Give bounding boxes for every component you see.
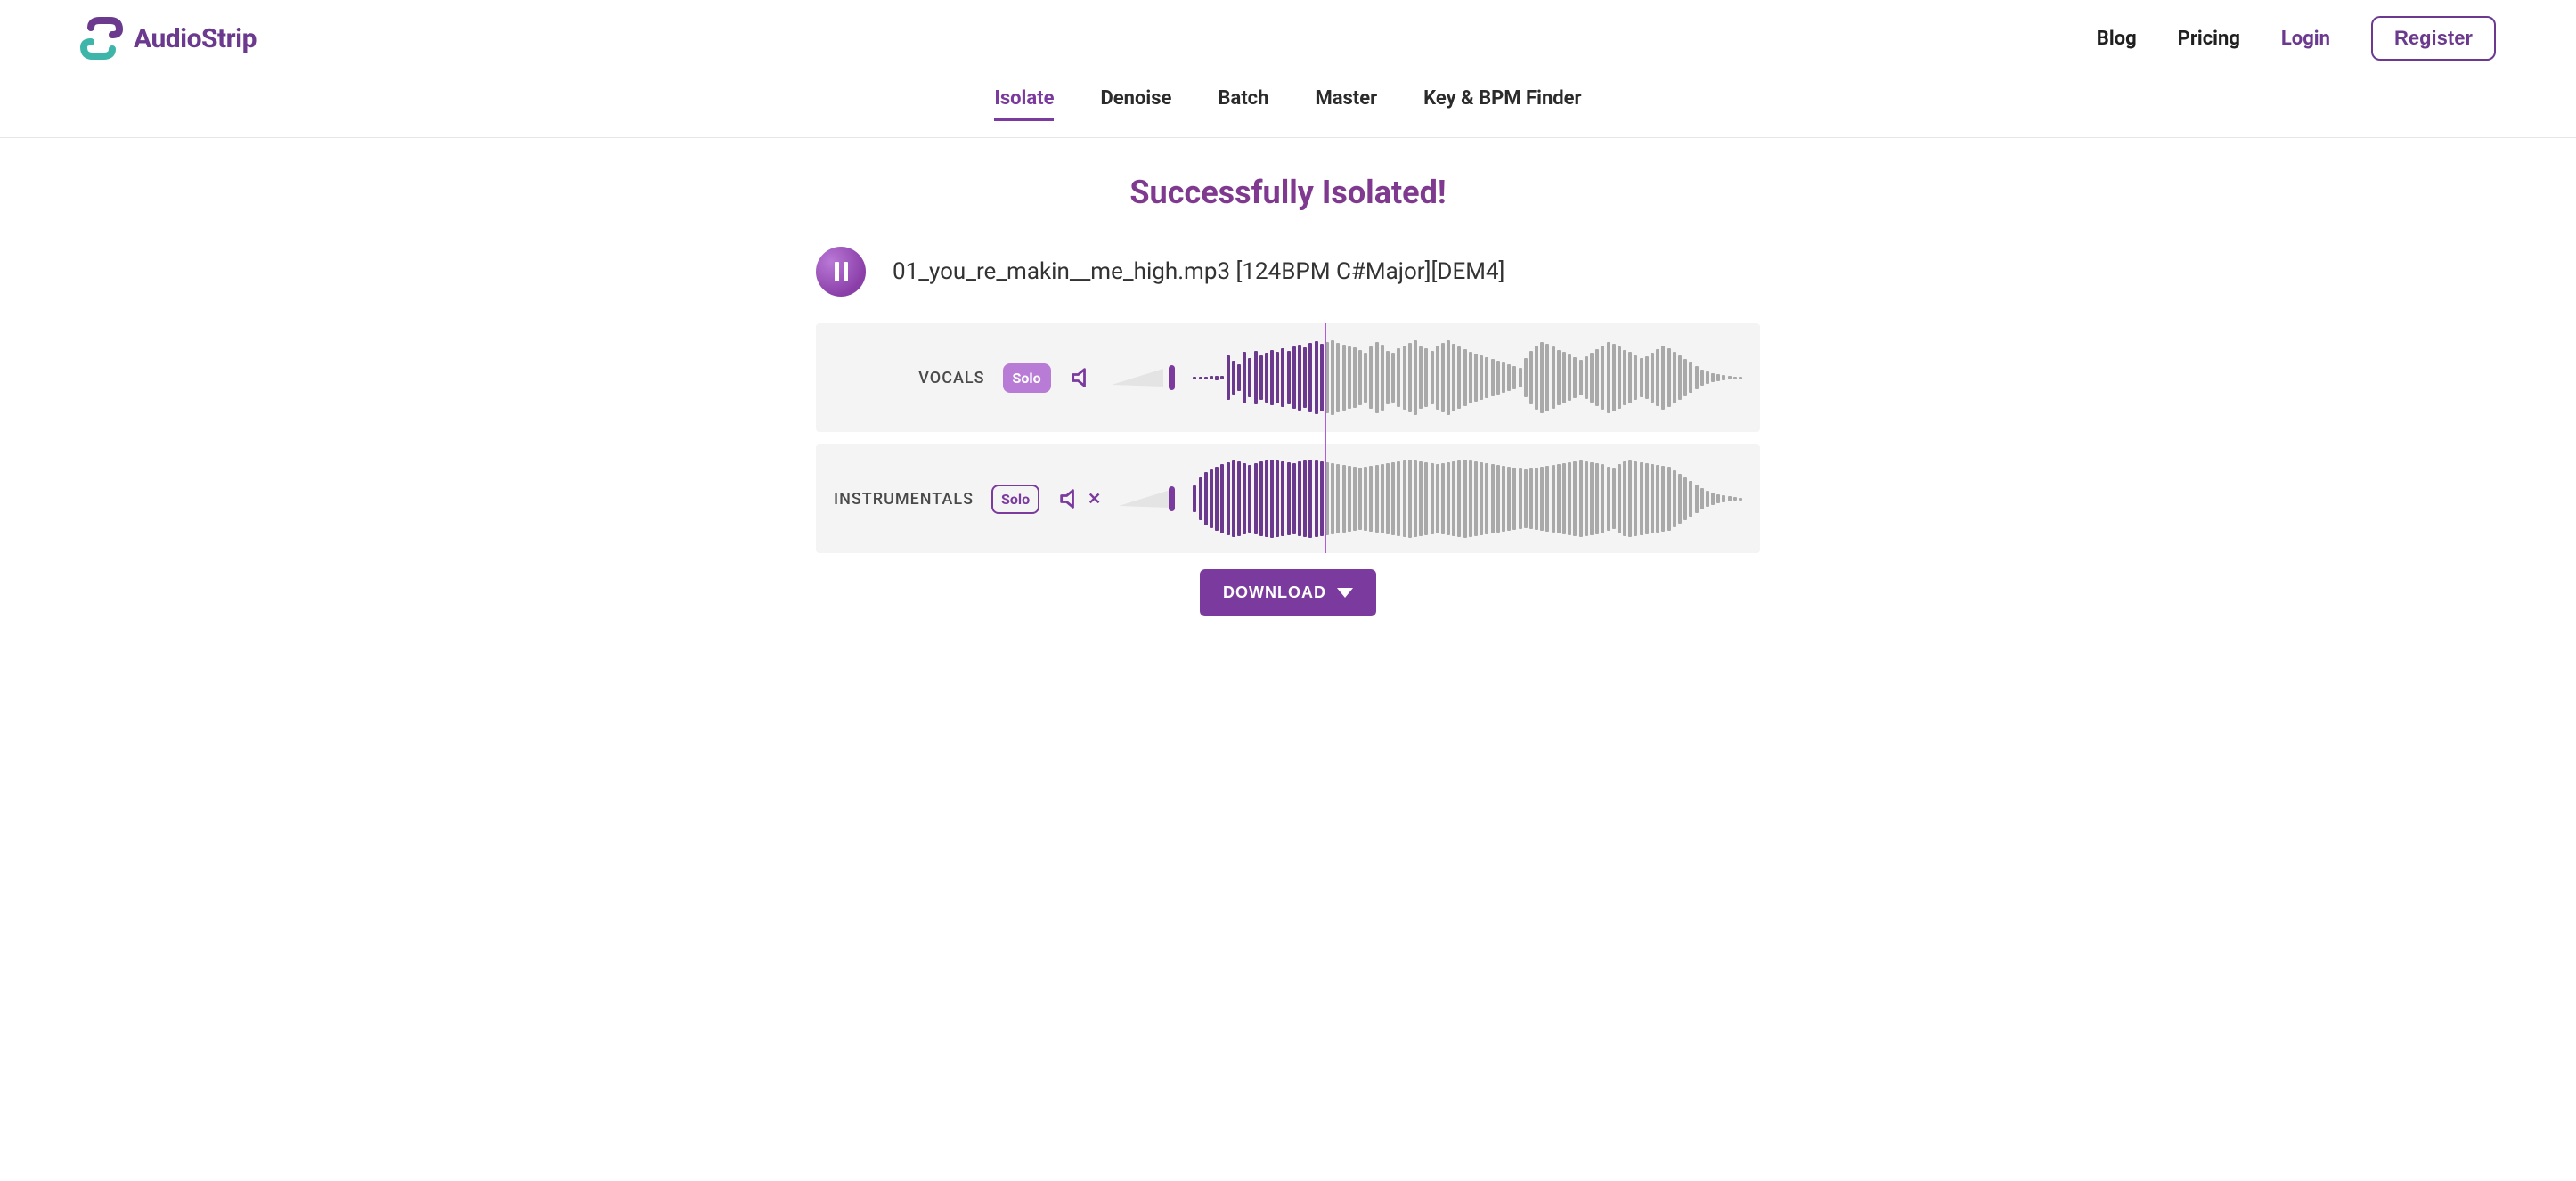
logo-mark-icon <box>80 17 123 60</box>
stem-label-vocals: VOCALS <box>834 369 985 387</box>
stems-container: VOCALS Solo INSTRUMENTALS Solo <box>816 323 1760 553</box>
volume-slider-instrumentals[interactable] <box>1119 486 1175 511</box>
speaker-icon <box>1069 365 1094 390</box>
stem-row-vocals: VOCALS Solo <box>816 323 1760 432</box>
subnav: Isolate Denoise Batch Master Key & BPM F… <box>0 61 2576 138</box>
volume-slider-vocals[interactable] <box>1112 365 1176 390</box>
tab-isolate[interactable]: Isolate <box>994 87 1054 121</box>
volume-thumb <box>1169 365 1175 390</box>
tab-denoise[interactable]: Denoise <box>1100 87 1171 121</box>
register-button[interactable]: Register <box>2371 16 2496 61</box>
mute-button-instrumentals[interactable]: ✕ <box>1057 486 1101 511</box>
stem-row-instrumentals: INSTRUMENTALS Solo ✕ <box>816 444 1760 553</box>
pause-button[interactable] <box>816 247 866 297</box>
status-headline: Successfully Isolated! <box>816 174 1760 211</box>
solo-button-vocals[interactable]: Solo <box>1003 363 1051 393</box>
nav-login[interactable]: Login <box>2281 28 2330 50</box>
mute-button-vocals[interactable] <box>1069 365 1094 390</box>
tab-master[interactable]: Master <box>1315 87 1377 121</box>
download-label: DOWNLOAD <box>1223 583 1326 602</box>
nav-blog[interactable]: Blog <box>2097 28 2137 50</box>
waveform-instrumentals[interactable] <box>1193 459 1742 539</box>
pause-icon <box>835 262 848 281</box>
track-filename: 01_you_re_makin__me_high.mp3 [124BPM C#M… <box>893 258 1504 285</box>
tab-keybpm[interactable]: Key & BPM Finder <box>1423 87 1581 121</box>
brand-logo[interactable]: AudioStrip <box>80 17 257 60</box>
download-button[interactable]: DOWNLOAD <box>1200 569 1376 616</box>
mute-x-icon: ✕ <box>1088 490 1101 509</box>
volume-thumb <box>1169 486 1175 511</box>
nav-pricing[interactable]: Pricing <box>2178 28 2240 50</box>
dropdown-caret-icon <box>1337 588 1353 598</box>
speaker-icon <box>1057 486 1082 511</box>
solo-button-instrumentals[interactable]: Solo <box>991 485 1039 514</box>
tab-batch[interactable]: Batch <box>1218 87 1268 121</box>
brand-name: AudioStrip <box>134 23 257 54</box>
stem-label-instrumentals: INSTRUMENTALS <box>834 490 974 509</box>
waveform-vocals[interactable] <box>1193 338 1742 418</box>
